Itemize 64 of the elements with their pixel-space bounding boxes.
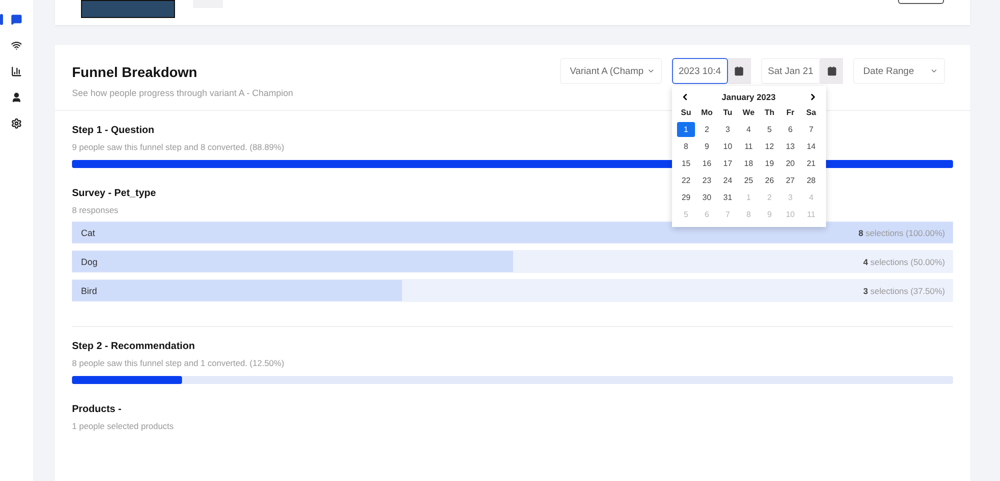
calendar-day[interactable]: 21 — [802, 156, 821, 171]
survey-summary: 8 responses — [72, 205, 118, 215]
calendar-day[interactable]: 24 — [718, 173, 738, 188]
step-title: Step 2 - Recommendation — [72, 341, 195, 352]
weekday-label: Mo — [700, 107, 714, 119]
card-title: Funnel Breakdown — [72, 64, 198, 80]
calendar-day[interactable]: 11 — [739, 139, 758, 154]
step-title: Step 1 - Question — [72, 125, 154, 136]
calendar-day[interactable]: 5 — [760, 122, 779, 137]
caret-icon — [646, 67, 655, 75]
calendar-icon[interactable] — [820, 58, 844, 84]
calendar-day[interactable]: 7 — [802, 122, 821, 137]
answer-label: Bird — [81, 286, 98, 296]
weekday-label: Fr — [785, 107, 796, 119]
products-title: Products - — [72, 404, 122, 415]
weekday-label: Su — [680, 107, 692, 119]
answer-count: 8 selections (100.00%) — [858, 228, 945, 238]
calendar-day[interactable]: 10 — [718, 139, 738, 154]
calendar-day[interactable]: 22 — [676, 173, 696, 188]
date-range-select[interactable]: Date Range — [853, 58, 945, 84]
calendar-day[interactable]: 31 — [718, 190, 738, 205]
step-summary: 8 people saw this funnel step and 1 converted. (12.50%) — [72, 358, 284, 368]
calendar-day[interactable]: 1 — [676, 122, 696, 137]
start-date-field[interactable]: 2023 10:4 — [672, 58, 728, 84]
calendar-day[interactable]: 8 — [676, 139, 696, 154]
outlined-button[interactable] — [898, 0, 944, 4]
calendar-day[interactable]: 15 — [676, 156, 696, 171]
calendar-day[interactable]: 6 — [780, 122, 800, 137]
calendar-day[interactable]: 25 — [739, 173, 758, 188]
calendar-day[interactable]: 30 — [697, 190, 716, 205]
calendar-day[interactable]: 26 — [760, 173, 779, 188]
calendar-day[interactable]: 13 — [780, 139, 800, 154]
calendar-day[interactable]: 3 — [718, 122, 738, 137]
caret-icon — [930, 67, 938, 75]
month-label: January 2023 — [722, 92, 776, 102]
calendar-day[interactable]: 18 — [739, 156, 758, 171]
answer-count: 4 selections (50.00%) — [863, 256, 945, 266]
answer-count: 3 selections (37.50%) — [863, 286, 945, 296]
calendar-day[interactable]: 28 — [802, 173, 821, 188]
weekday-label: Sa — [805, 107, 818, 119]
calendar-day[interactable]: 19 — [760, 156, 779, 171]
calendar-day[interactable]: 12 — [760, 139, 779, 154]
calendar-day[interactable]: 27 — [780, 173, 800, 188]
calendar-day[interactable]: 14 — [802, 139, 821, 154]
end-date-field[interactable]: Sat Jan 21 — [760, 58, 820, 84]
calendar-day[interactable]: 4 — [739, 122, 758, 137]
answer-label: Cat — [81, 228, 96, 238]
weekday-label: Th — [764, 107, 776, 119]
calendar-day[interactable]: 17 — [718, 156, 738, 171]
step-summary: 9 people saw this funnel step and 8 converted. (88.89%) — [72, 142, 284, 152]
variant-select[interactable]: Variant A (Champ — [560, 58, 662, 84]
products-summary: 1 people selected products — [72, 421, 174, 431]
calendar-day[interactable]: 2 — [697, 122, 716, 137]
calendar-day[interactable]: 20 — [780, 156, 800, 171]
calendar-day[interactable]: 9 — [697, 139, 716, 154]
card-subtitle: See how people progress through variant A - Champion — [72, 88, 294, 98]
calendar-day[interactable]: 23 — [697, 173, 716, 188]
weekday-label: Tu — [722, 107, 734, 119]
survey-title: Survey - Pet_type — [72, 188, 156, 199]
answer-label: Dog — [81, 256, 98, 266]
calendar-day[interactable]: 29 — [676, 190, 696, 205]
calendar-icon[interactable] — [728, 58, 751, 84]
calendar-day[interactable]: 16 — [697, 156, 716, 171]
weekday-label: We — [742, 107, 756, 119]
